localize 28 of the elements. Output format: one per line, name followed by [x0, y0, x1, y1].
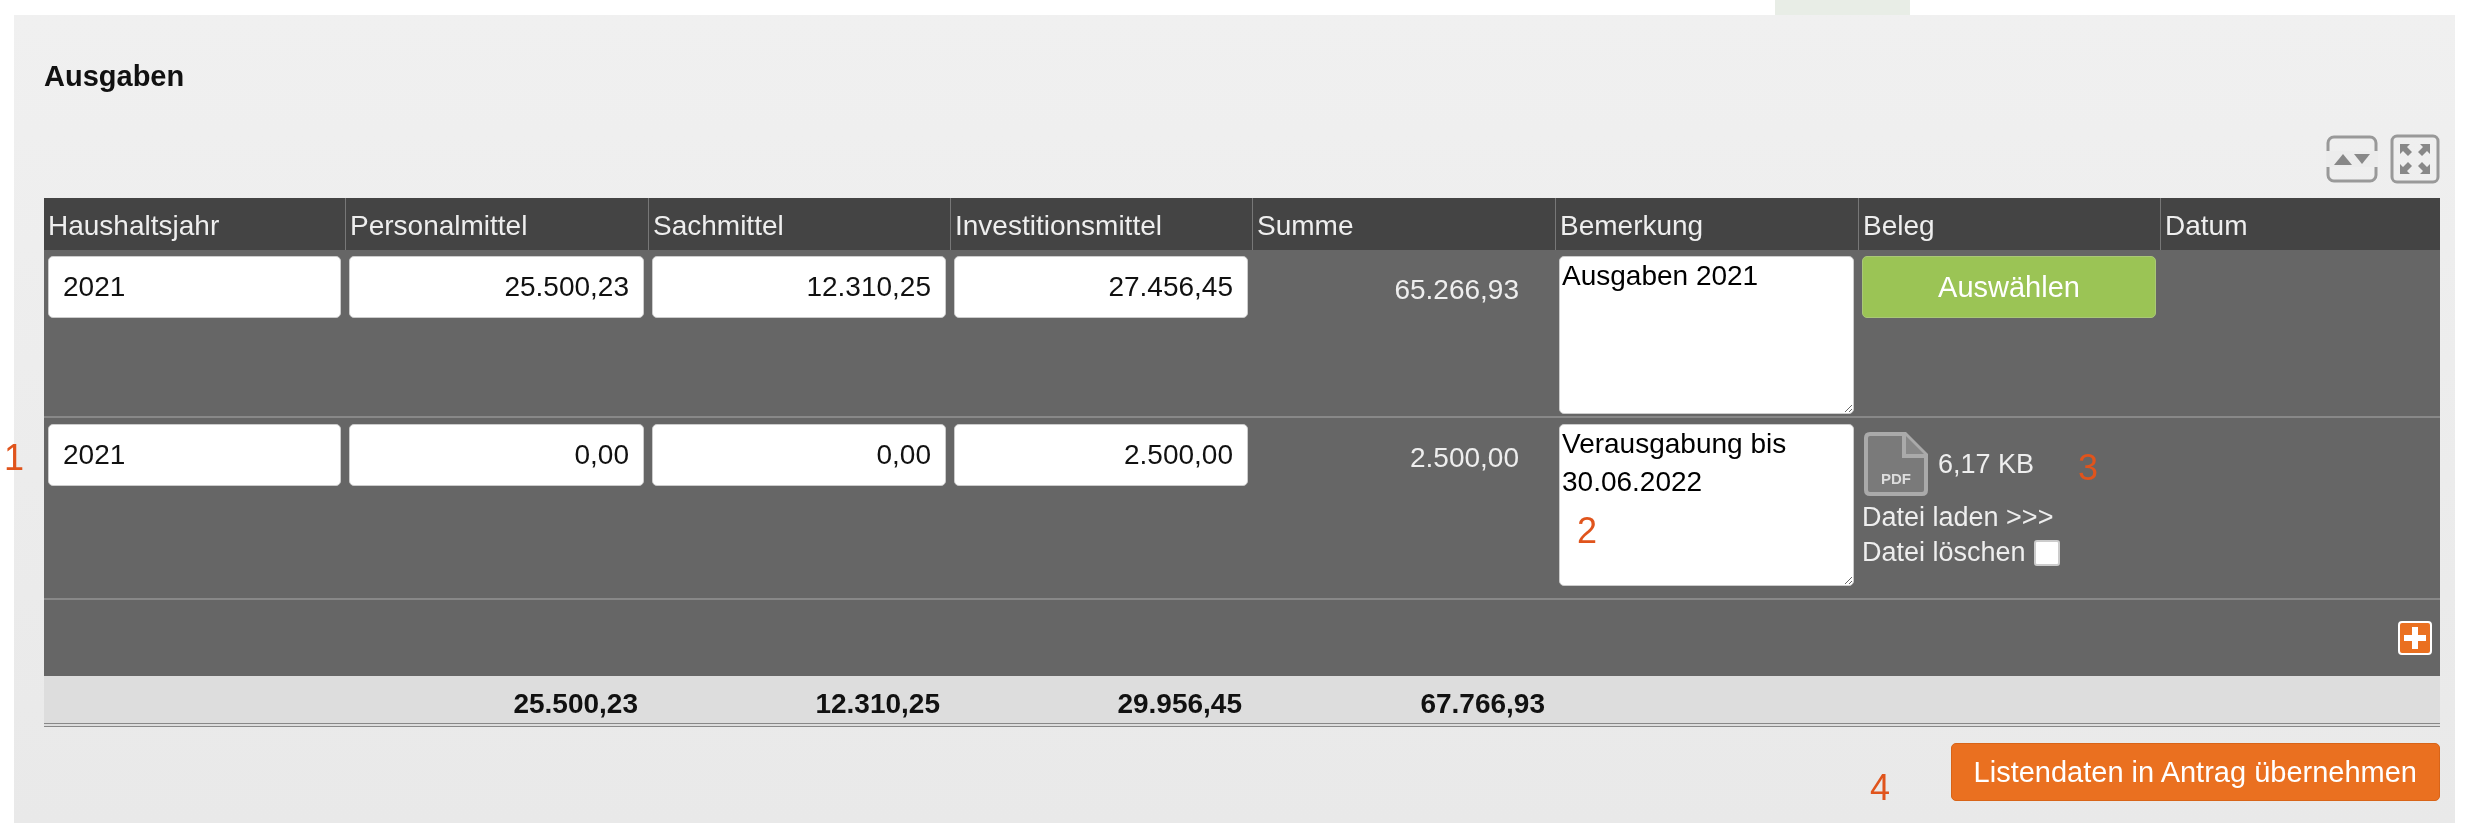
delete-file-label: Datei löschen: [1862, 537, 2026, 568]
callout-number: 3: [2078, 450, 2099, 486]
callout-number: 2: [1577, 513, 1598, 549]
delete-file-checkbox[interactable]: [2033, 539, 2060, 566]
amount-field[interactable]: 0,00: [349, 424, 644, 486]
year-field[interactable]: 2021: [48, 256, 341, 318]
amount-field[interactable]: 0,00: [652, 424, 946, 486]
add-row-icon[interactable]: [2398, 621, 2432, 655]
remark-field[interactable]: Ausgaben 2021: [1559, 256, 1854, 414]
load-file-link[interactable]: Datei laden >>>: [1862, 502, 2156, 533]
section-title: Ausgaben: [44, 60, 186, 90]
total-cell-text: 67.766,93: [1419, 687, 1546, 721]
amount-field[interactable]: 2.500,00: [954, 424, 1248, 486]
file-size: 6,17 KB: [1938, 448, 2035, 480]
year-field[interactable]: 2021: [48, 424, 341, 486]
sum-cell-text: 65.266,93: [1393, 273, 1520, 306]
callout-number: 4: [1870, 770, 1891, 806]
sum-cell-text: 2.500,00: [1409, 441, 1520, 474]
total-cell-text: 29.956,45: [1116, 687, 1243, 721]
total-cell-text: 12.310,25: [814, 687, 941, 721]
collapse-icon[interactable]: [2326, 135, 2378, 183]
column-header: Haushaltsjahr: [47, 209, 221, 243]
total-cell-text: 25.500,23: [512, 687, 639, 721]
amount-field[interactable]: 25.500,23: [349, 256, 644, 318]
amount-field[interactable]: 12.310,25: [652, 256, 946, 318]
expand-icon[interactable]: [2390, 134, 2440, 184]
callout-number: 1: [4, 440, 25, 476]
amount-field[interactable]: 27.456,45: [954, 256, 1248, 318]
